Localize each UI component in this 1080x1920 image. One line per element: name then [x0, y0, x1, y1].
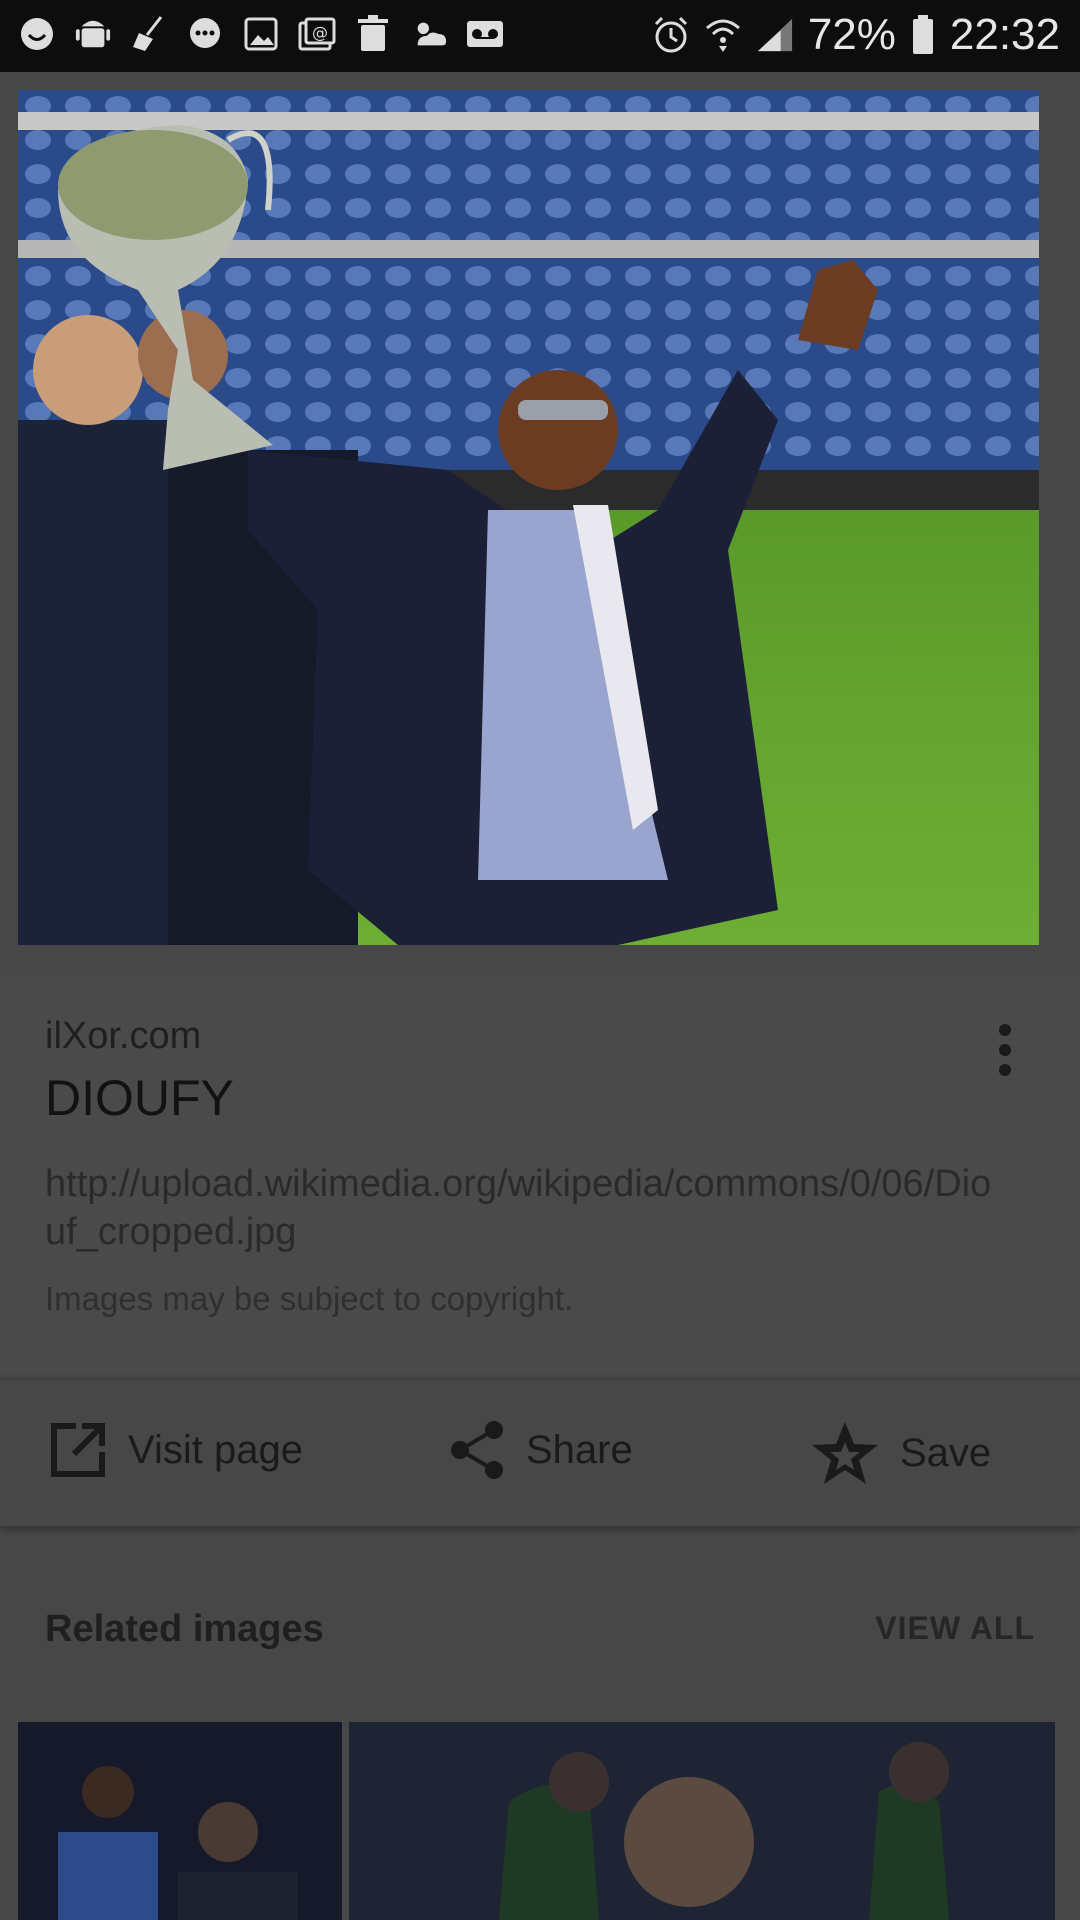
image-info-card: ilXor.com DIOUFY http://upload.wikimedia…: [0, 975, 1080, 1375]
star-icon: [810, 1420, 880, 1486]
related-thumbnail[interactable]: [349, 1722, 1055, 1920]
visit-page-button[interactable]: Visit page: [48, 1420, 303, 1480]
status-bar: @ 72% 22:32: [0, 0, 1080, 72]
more-options-icon[interactable]: [990, 1020, 1020, 1090]
android-icon: [74, 14, 112, 54]
related-thumbnail[interactable]: [18, 1722, 342, 1920]
voicemail-icon: [466, 14, 504, 54]
copyright-notice: Images may be subject to copyright.: [45, 1280, 574, 1317]
visit-page-label: Visit page: [128, 1427, 303, 1472]
main-image[interactable]: [18, 90, 1039, 945]
smiley-icon: [18, 14, 56, 54]
related-images-heading: Related images: [45, 1608, 324, 1650]
image-url[interactable]: http://upload.wikimedia.org/wikipedia/co…: [45, 1160, 1005, 1256]
broom-icon: [130, 14, 168, 54]
alarm-icon: [652, 15, 690, 55]
source-site[interactable]: ilXor.com: [45, 1015, 201, 1058]
action-bar: Visit page Share Save: [0, 1378, 1080, 1526]
chat-icon: [186, 14, 224, 54]
weather-icon: [410, 14, 448, 54]
trash-icon: [354, 14, 392, 54]
related-images-section: Related images VIEW ALL: [0, 1548, 1080, 1920]
clock: 22:32: [949, 10, 1060, 59]
open-external-icon: [48, 1420, 108, 1480]
image-title[interactable]: DIOUFY: [45, 1069, 234, 1127]
share-button[interactable]: Share: [450, 1420, 633, 1480]
share-label: Share: [526, 1427, 633, 1472]
email-icon: @: [298, 14, 336, 54]
share-icon: [450, 1420, 506, 1480]
wifi-icon: [704, 15, 742, 55]
save-label: Save: [900, 1430, 992, 1475]
view-all-link[interactable]: VIEW ALL: [875, 1610, 1035, 1647]
svg-text:@: @: [312, 23, 328, 42]
battery-icon: [910, 15, 936, 55]
image-icon: [242, 14, 280, 54]
signal-icon: [756, 15, 794, 55]
save-button[interactable]: Save: [810, 1420, 991, 1486]
battery-percent: 72%: [807, 10, 896, 59]
